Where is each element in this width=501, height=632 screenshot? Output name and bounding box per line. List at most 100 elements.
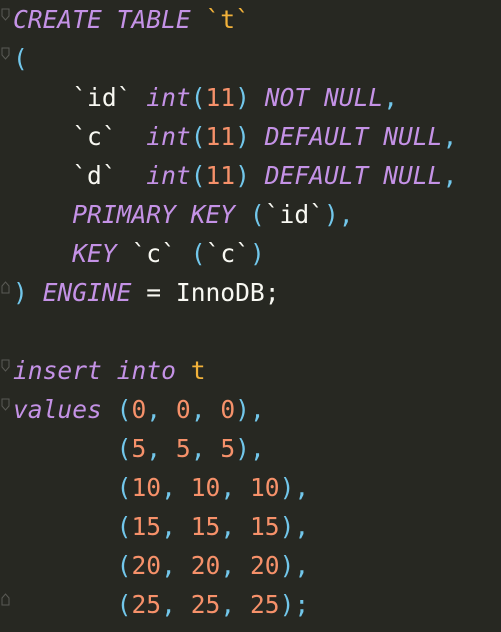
code-token: NOT NULL: [249, 83, 384, 112]
code-token: DEFAULT NULL: [249, 161, 443, 190]
code-token: KEY: [72, 239, 117, 268]
code-token: `c`: [205, 239, 250, 268]
code-token: 25: [249, 590, 280, 619]
code-token: DEFAULT NULL: [249, 122, 443, 151]
code-token: ),: [279, 473, 310, 502]
code-token: ),: [279, 512, 310, 541]
code-editor[interactable]: CREATE TABLE `t`( `id` int(11) NOT NULL,…: [0, 0, 501, 632]
code-token: ,: [146, 395, 176, 424]
code-line[interactable]: `d` int(11) DEFAULT NULL,: [13, 156, 501, 195]
code-token: (: [116, 551, 132, 580]
code-token: ): [235, 161, 250, 190]
code-token: ),: [323, 200, 354, 229]
code-area[interactable]: CREATE TABLE `t`( `id` int(11) NOT NULL,…: [13, 0, 501, 624]
code-token: 20: [249, 551, 280, 580]
code-token: (: [249, 200, 265, 229]
code-token: (: [116, 590, 132, 619]
code-token: ,: [220, 590, 250, 619]
code-token: int: [146, 122, 191, 151]
fold-marker-icon[interactable]: [1, 398, 10, 411]
code-token: `c`: [116, 239, 191, 268]
code-token: ,: [161, 590, 191, 619]
code-token: ,: [383, 83, 399, 112]
code-token: ,: [146, 434, 176, 463]
code-token: `c`: [13, 122, 147, 151]
code-token: 5: [220, 434, 236, 463]
code-token: (: [13, 44, 28, 73]
code-token: CREATE TABLE: [13, 5, 206, 34]
code-token: 25: [190, 590, 221, 619]
code-line[interactable]: ) ENGINE = InnoDB;: [13, 273, 501, 312]
code-line[interactable]: `c` int(11) DEFAULT NULL,: [13, 117, 501, 156]
code-token: ,: [220, 551, 250, 580]
code-token: ,: [442, 122, 458, 151]
code-token: 11: [205, 122, 236, 151]
code-token: `t`: [205, 5, 250, 34]
code-line[interactable]: `id` int(11) NOT NULL,: [13, 78, 501, 117]
code-token: (: [190, 161, 206, 190]
code-token: ,: [190, 395, 221, 424]
code-token: ,: [220, 512, 250, 541]
code-line[interactable]: (15, 15, 15),: [13, 507, 501, 546]
fold-end-marker-icon[interactable]: [1, 281, 10, 294]
code-token: ,: [161, 512, 191, 541]
fold-marker-icon[interactable]: [1, 8, 10, 21]
code-line[interactable]: insert into t: [13, 351, 501, 390]
code-token: 20: [131, 551, 162, 580]
code-token: (: [190, 239, 206, 268]
code-token: ): [13, 278, 28, 307]
code-line[interactable]: (: [13, 39, 501, 78]
code-token: (: [190, 122, 206, 151]
code-token: (: [116, 473, 132, 502]
code-token: ): [235, 83, 250, 112]
code-token: ,: [161, 473, 191, 502]
code-line[interactable]: (25, 25, 25);: [13, 585, 501, 624]
code-token: ),: [279, 551, 310, 580]
code-token: ENGINE: [27, 278, 132, 307]
code-token: (: [116, 434, 132, 463]
code-token: 15: [190, 512, 221, 541]
code-token: 0: [175, 395, 191, 424]
code-token: 20: [190, 551, 221, 580]
code-token: 15: [131, 512, 162, 541]
fold-end-marker-icon[interactable]: [1, 593, 10, 606]
code-line[interactable]: (20, 20, 20),: [13, 546, 501, 585]
code-token: int: [146, 83, 191, 112]
fold-marker-icon[interactable]: [1, 359, 10, 372]
code-token: 0: [220, 395, 236, 424]
code-token: 11: [205, 161, 236, 190]
code-token: 10: [131, 473, 162, 502]
code-line[interactable]: (10, 10, 10),: [13, 468, 501, 507]
code-token: ): [249, 239, 265, 268]
code-token: `id`: [264, 200, 324, 229]
code-token: = InnoDB;: [131, 278, 280, 307]
code-token: 10: [190, 473, 221, 502]
code-token: insert into: [13, 356, 176, 385]
code-line[interactable]: KEY `c` (`c`): [13, 234, 501, 273]
code-token: `id`: [13, 83, 147, 112]
code-token: 15: [249, 512, 280, 541]
code-line[interactable]: PRIMARY KEY (`id`),: [13, 195, 501, 234]
code-token: 0: [131, 395, 147, 424]
code-token: (: [116, 512, 132, 541]
fold-marker-icon[interactable]: [1, 47, 10, 60]
code-line[interactable]: CREATE TABLE `t`: [13, 0, 501, 39]
code-token: ,: [220, 473, 250, 502]
code-token: 10: [249, 473, 280, 502]
code-line[interactable]: (5, 5, 5),: [13, 429, 501, 468]
code-token: ,: [161, 551, 191, 580]
code-token: ),: [235, 395, 265, 424]
code-token: (: [190, 83, 206, 112]
code-token: (: [116, 395, 132, 424]
code-token: 5: [175, 434, 191, 463]
code-line[interactable]: values (0, 0, 0),: [13, 390, 501, 429]
code-token: 11: [205, 83, 236, 112]
code-line[interactable]: [13, 312, 501, 351]
